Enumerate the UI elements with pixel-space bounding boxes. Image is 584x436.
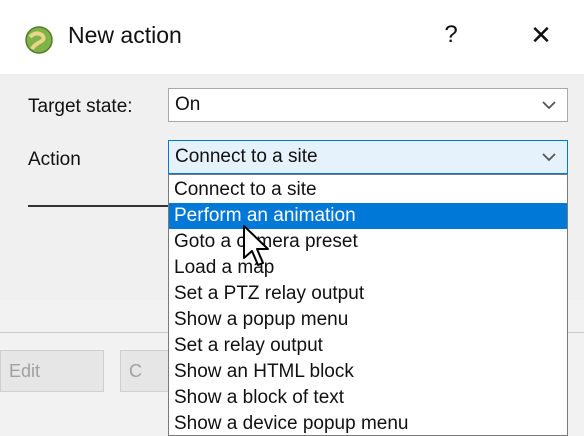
option-show-html-block[interactable]: Show an HTML block: [169, 359, 567, 385]
option-connect-to-site[interactable]: Connect to a site: [169, 177, 567, 203]
option-show-block-of-text[interactable]: Show a block of text: [169, 385, 567, 411]
target-state-value: On: [175, 94, 201, 115]
option-show-popup-menu[interactable]: Show a popup menu: [169, 307, 567, 333]
action-select[interactable]: Connect to a site: [168, 140, 568, 174]
mouse-cursor-icon: [243, 225, 269, 266]
dialog-title: New action: [68, 22, 182, 48]
edit-button[interactable]: Edit: [0, 350, 104, 392]
title-bar: New action ? ✕: [0, 0, 584, 74]
option-load-map[interactable]: Load a map: [169, 255, 567, 281]
globe-icon: [25, 26, 53, 54]
action-dropdown-list: Connect to a site Perform an animation G…: [168, 174, 568, 436]
option-set-ptz-relay-output[interactable]: Set a PTZ relay output: [169, 281, 567, 307]
chevron-down-icon: [542, 101, 556, 110]
option-show-device-popup-menu[interactable]: Show a device popup menu: [169, 411, 567, 435]
target-state-label: Target state:: [28, 96, 133, 117]
chevron-down-icon: [542, 153, 556, 162]
target-state-select[interactable]: On: [168, 88, 568, 122]
action-label: Action: [28, 149, 81, 170]
action-value: Connect to a site: [175, 146, 318, 167]
close-button[interactable]: ✕: [524, 18, 558, 52]
group-divider: [28, 205, 170, 207]
option-perform-animation[interactable]: Perform an animation: [169, 203, 567, 229]
option-goto-camera-preset[interactable]: Goto a camera preset: [169, 229, 567, 255]
option-set-relay-output[interactable]: Set a relay output: [169, 333, 567, 359]
help-button[interactable]: ?: [434, 18, 468, 52]
